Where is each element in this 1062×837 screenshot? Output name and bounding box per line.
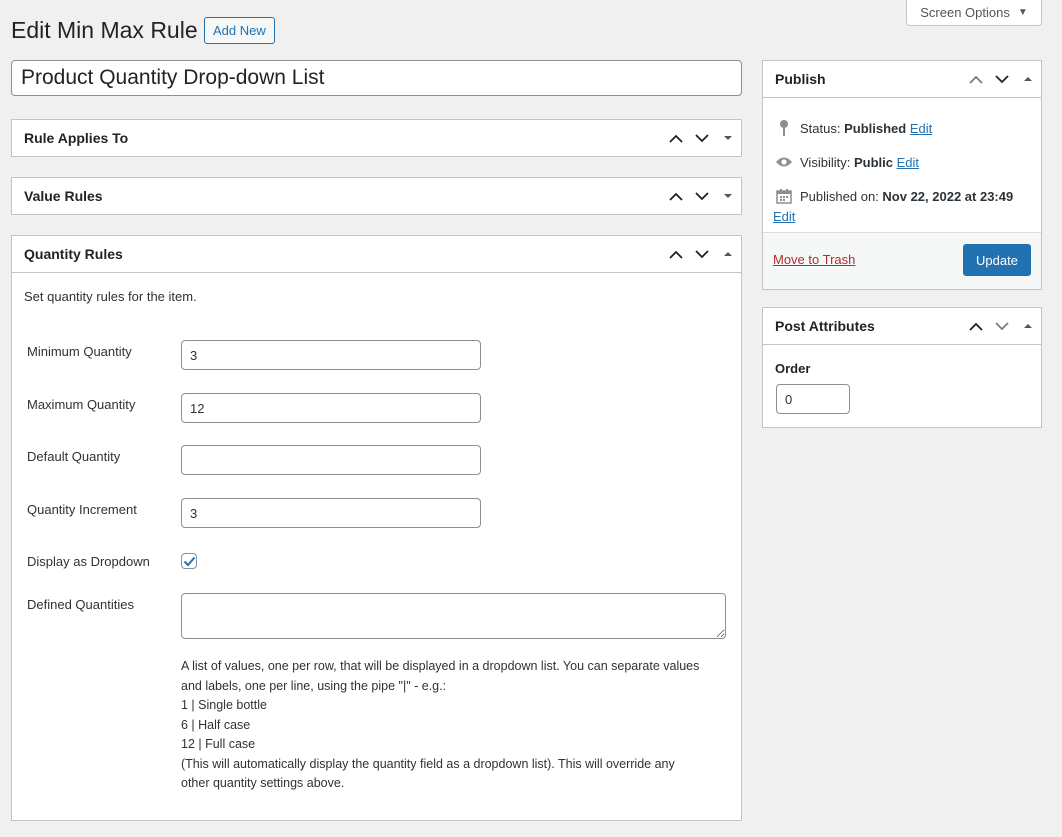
checkmark-icon (183, 556, 195, 566)
help-line: and labels, one per line, using the pipe… (181, 678, 447, 693)
minimum-quantity-label: Minimum Quantity (27, 344, 132, 359)
value-rules-box: Value Rules (11, 177, 742, 215)
help-line: (This will automatically display the qua… (181, 756, 675, 771)
toggle-panel-icon[interactable] (715, 236, 741, 272)
quantity-rules-description: Set quantity rules for the item. (24, 289, 197, 304)
move-down-icon[interactable] (989, 61, 1015, 97)
screen-options-label: Screen Options (920, 5, 1010, 20)
postbox-title: Post Attributes (775, 318, 875, 334)
help-line: 6 | Half case (181, 717, 251, 732)
published-on-label: Published on: (800, 188, 879, 204)
toggle-panel-icon[interactable] (715, 178, 741, 214)
move-up-icon[interactable] (963, 308, 989, 344)
status-row: Status: Published Edit (775, 119, 932, 137)
defined-quantities-textarea[interactable] (181, 593, 726, 639)
order-label: Order (775, 361, 811, 376)
quantity-increment-input[interactable] (181, 498, 481, 528)
calendar-icon (775, 187, 793, 205)
move-down-icon[interactable] (989, 308, 1015, 344)
toggle-panel-icon[interactable] (1015, 61, 1041, 97)
edit-visibility-link[interactable]: Edit (897, 155, 919, 170)
edit-date-link[interactable]: Edit (773, 209, 795, 224)
display-as-dropdown-label: Display as Dropdown (27, 554, 150, 569)
maximum-quantity-label: Maximum Quantity (27, 397, 136, 412)
defined-quantities-label: Defined Quantities (27, 597, 134, 612)
move-up-icon[interactable] (963, 61, 989, 97)
help-line: other quantity settings above. (181, 776, 345, 790)
published-on-value: Nov 22, 2022 at 23:49 (882, 188, 1014, 204)
pin-icon (775, 119, 793, 137)
visibility-label: Visibility: (800, 154, 851, 170)
toggle-panel-icon[interactable] (1015, 308, 1041, 344)
maximum-quantity-input[interactable] (181, 393, 481, 423)
default-quantity-input[interactable] (181, 445, 481, 475)
default-quantity-label: Default Quantity (27, 449, 121, 464)
handle-actions (963, 61, 1041, 97)
postbox-title: Quantity Rules (24, 246, 123, 262)
move-down-icon[interactable] (689, 120, 715, 156)
published-on-row: Published on: Nov 22, 2022 at 23:49 (775, 187, 1013, 205)
screen-options-button[interactable]: Screen Options ▼ (906, 0, 1042, 26)
update-button[interactable]: Update (963, 244, 1031, 276)
rule-applies-to-box: Rule Applies To (11, 119, 742, 157)
visibility-value: Public (853, 154, 893, 170)
status-value: Published (844, 120, 907, 136)
move-down-icon[interactable] (689, 236, 715, 272)
status-label: Status: (800, 120, 841, 136)
move-up-icon[interactable] (663, 236, 689, 272)
help-line: 12 | Full case (181, 737, 256, 751)
page-title: Edit Min Max Rule (11, 17, 198, 43)
help-line: 1 | Single bottle (181, 698, 267, 712)
eye-icon (775, 153, 793, 171)
postbox-header[interactable]: Rule Applies To (12, 120, 741, 156)
order-input[interactable] (776, 384, 850, 414)
move-down-icon[interactable] (689, 178, 715, 214)
help-line: A list of values, one per row, that will… (181, 659, 700, 673)
visibility-row: Visibility: Public Edit (775, 153, 919, 171)
edit-status-link[interactable]: Edit (910, 121, 932, 136)
postbox-title: Value Rules (24, 188, 103, 204)
quantity-increment-label: Quantity Increment (27, 502, 137, 517)
postbox-header[interactable]: Publish (763, 61, 1041, 98)
postbox-header[interactable]: Post Attributes (763, 308, 1041, 345)
minimum-quantity-input[interactable] (181, 340, 481, 370)
caret-down-icon: ▼ (1017, 7, 1028, 18)
display-as-dropdown-checkbox[interactable] (181, 553, 197, 569)
toggle-panel-icon[interactable] (715, 120, 741, 156)
postbox-title: Publish (775, 71, 826, 87)
post-title-input[interactable] (11, 60, 742, 96)
defined-quantities-help: A list of values, one per row, that will… (181, 657, 731, 794)
move-to-trash-link[interactable]: Move to Trash (773, 252, 855, 267)
handle-actions (663, 120, 741, 156)
add-new-button[interactable]: Add New (204, 17, 275, 44)
handle-actions (963, 308, 1041, 344)
move-up-icon[interactable] (663, 178, 689, 214)
handle-actions (663, 178, 741, 214)
postbox-header[interactable]: Value Rules (12, 178, 741, 214)
postbox-header[interactable]: Quantity Rules (12, 236, 741, 273)
handle-actions (663, 236, 741, 272)
postbox-title: Rule Applies To (24, 130, 129, 146)
move-up-icon[interactable] (663, 120, 689, 156)
